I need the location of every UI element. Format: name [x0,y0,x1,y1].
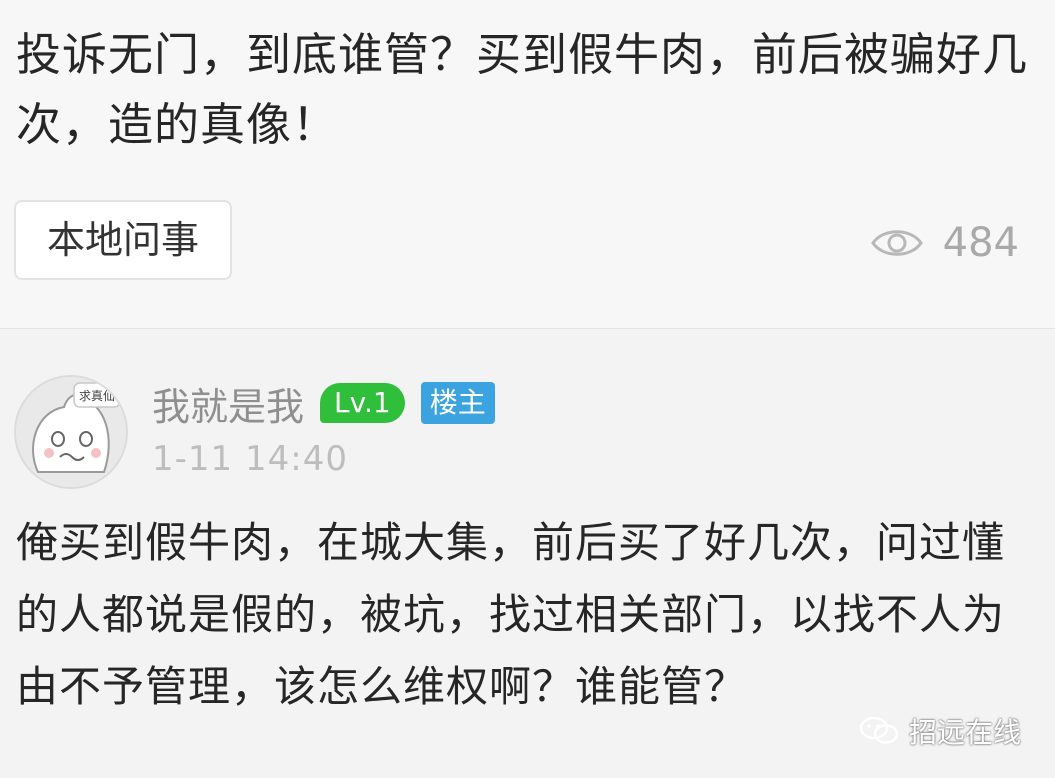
avatar-caption: 求真仙 [79,389,115,403]
eye-icon [870,230,923,256]
original-poster-badge: 楼主 [420,382,495,424]
watermark-text: 招远在线 [908,716,1021,749]
view-count: 484 [870,215,1019,271]
author-row: 我就是我 Lv.1 楼主 [152,375,495,431]
view-count-value: 484 [942,220,1019,266]
avatar-cartoon-image: 求真仙 [16,377,126,487]
wechat-icon [859,716,899,744]
tag-chip-local-questions[interactable]: 本地问事 [14,200,232,280]
post-header: 投诉无门，到底谁管？买到假牛肉，前后被骗好几次，造的真像！ 本地问事 484 [0,0,1055,329]
comment-body: 俺买到假牛肉，在城大集，前后买了好几次，问过懂的人都说是假的，被坑，找过相关部门… [16,518,1006,711]
comment-timestamp: 1-11 14:40 [152,439,348,479]
comment-item: 求真仙 我就是我 Lv.1 楼主 1-11 14:40 俺买到假牛肉，在城大集，… [0,329,1055,778]
watermark: 招远在线 [859,711,1021,751]
author-name[interactable]: 我就是我 [152,376,304,431]
level-badge: Lv.1 [320,383,405,423]
avatar[interactable]: 求真仙 [14,375,128,489]
post-title: 投诉无门，到底谁管？买到假牛肉，前后被骗好几次，造的真像！ [16,28,1029,151]
